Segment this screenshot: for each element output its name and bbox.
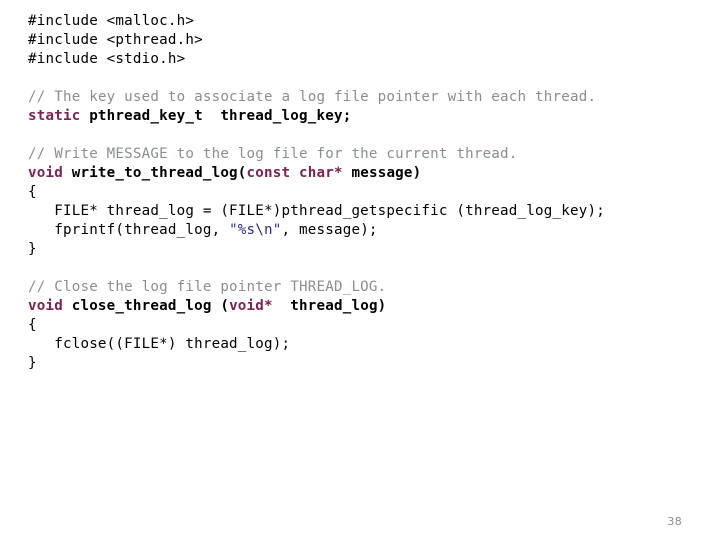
code-token-plain: #include <malloc.h>	[28, 13, 195, 29]
code-line: #include <pthread.h>	[28, 31, 708, 50]
code-line: #include <stdio.h>	[28, 50, 708, 69]
code-line: // Write MESSAGE to the log file for the…	[28, 145, 708, 164]
code-token-string: "%s\n"	[229, 222, 282, 238]
slide-canvas: #include <malloc.h> #include <pthread.h> #…	[0, 0, 720, 540]
code-token-plain: }	[28, 241, 37, 257]
code-token-plain: {	[28, 317, 37, 333]
code-token-plain: fclose((FILE*) thread_log);	[28, 336, 291, 352]
code-line: fprintf(thread_log, "%s\n", message);	[28, 221, 708, 240]
code-token-declaration: write_to_thread_log(	[62, 165, 247, 181]
code-token-keyword: const	[246, 165, 291, 181]
page-number: 38	[667, 515, 682, 528]
code-line: // The key used to associate a log file …	[28, 88, 708, 107]
code-token-keyword: char*	[299, 165, 343, 181]
code-line: FILE* thread_log = (FILE*)pthread_getspe…	[28, 202, 708, 221]
code-line: {	[28, 316, 708, 335]
code-token-keyword: static	[28, 108, 81, 124]
code-token-plain: #include <pthread.h>	[28, 32, 203, 48]
code-token-comment: // Close the log file pointer THREAD_LOG…	[28, 279, 387, 295]
code-token-declaration: thread_log)	[272, 298, 387, 314]
code-line: fclose((FILE*) thread_log);	[28, 335, 708, 354]
code-line: void close_thread_log (void* thread_log)	[28, 297, 708, 316]
code-line: void write_to_thread_log(const char* mes…	[28, 164, 708, 183]
code-line: {	[28, 183, 708, 202]
code-token-comment: // Write MESSAGE to the log file for the…	[28, 146, 518, 162]
code-token-declaration: pthread_key_t thread_log_key;	[80, 108, 352, 124]
code-token-plain: }	[28, 355, 37, 371]
code-token-plain: #include <stdio.h>	[28, 51, 186, 67]
code-token-keyword: void	[28, 165, 63, 181]
code-token-declaration: close_thread_log (	[62, 298, 230, 314]
code-token-comment: // The key used to associate a log file …	[28, 89, 597, 105]
code-token-keyword: void	[28, 298, 63, 314]
code-line: // Close the log file pointer THREAD_LOG…	[28, 278, 708, 297]
code-listing: #include <malloc.h> #include <pthread.h> #…	[28, 12, 708, 373]
code-token-plain: {	[28, 184, 37, 200]
code-token-keyword: void*	[229, 298, 273, 314]
code-line: }	[28, 354, 708, 373]
code-token-plain: FILE* thread_log = (FILE*)pthread_getspe…	[28, 203, 605, 219]
code-token-plain: , message);	[281, 222, 378, 238]
code-line: #include <malloc.h>	[28, 12, 708, 31]
code-line: static pthread_key_t thread_log_key;	[28, 107, 708, 126]
code-line: }	[28, 240, 708, 259]
code-token-declaration	[290, 165, 299, 181]
code-token-plain: fprintf(thread_log,	[28, 222, 230, 238]
code-token-declaration: message)	[342, 165, 422, 181]
